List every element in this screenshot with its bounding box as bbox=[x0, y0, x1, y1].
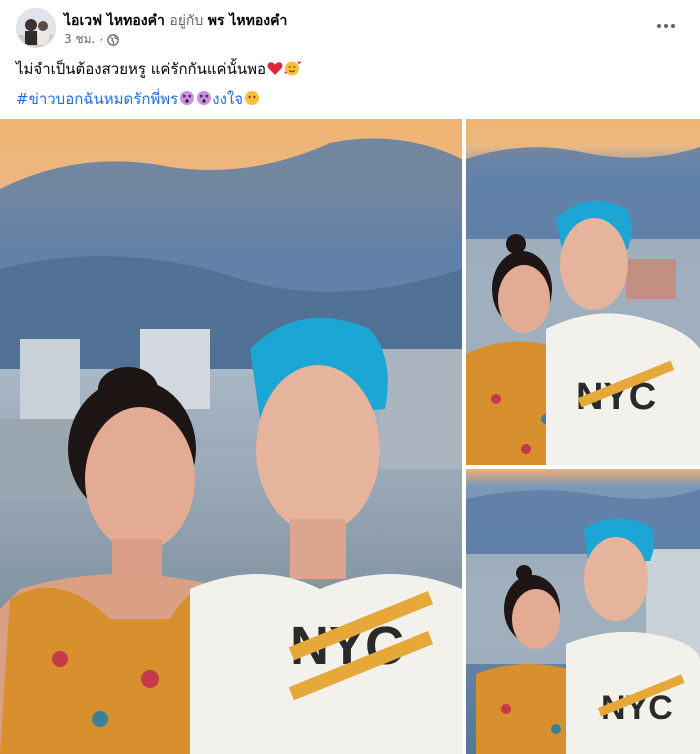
face-without-mouth-emoji bbox=[244, 90, 260, 112]
photo-bottom-right[interactable]: NYC bbox=[466, 469, 700, 754]
with-text: อยู่กับ bbox=[169, 13, 204, 29]
hashtag-line: #ข่าวบอกฉันหมดรักพี่พร งงใจ bbox=[16, 88, 260, 112]
more-options-icon bbox=[657, 24, 661, 28]
red-heart-emoji bbox=[267, 60, 283, 82]
hashtag-suffix[interactable]: งงใจ bbox=[212, 90, 243, 108]
hashtag-link[interactable]: #ข่าวบอกฉันหมดรักพี่พร bbox=[16, 90, 178, 108]
post-caption: ไม่จำเป็นต้องสวยหรู แค่รักกันแค่นั้นพอ bbox=[16, 60, 266, 78]
dizzy-face-emoji bbox=[179, 90, 195, 112]
post-header: ไอเวฟ ไหทองคำ อยู่กับ พร ไหทองคำ 3 ชม. · bbox=[0, 0, 700, 52]
photo-top-right[interactable]: NYC bbox=[466, 119, 700, 465]
more-options-button[interactable] bbox=[652, 14, 680, 38]
author-line: ไอเวฟ ไหทองคำ อยู่กับ พร ไหทองคำ bbox=[64, 10, 287, 32]
author-name[interactable]: ไอเวฟ ไหทองคำ bbox=[64, 13, 165, 29]
post-meta: 3 ชม. · bbox=[64, 30, 120, 49]
photo-grid: NYC NYC NYC bbox=[0, 119, 700, 754]
dizzy-face-emoji-2 bbox=[196, 90, 212, 112]
post-timestamp[interactable]: 3 ชม. bbox=[64, 30, 95, 49]
post-text: ไม่จำเป็นต้องสวยหรู แค่รักกันแค่นั้นพอ bbox=[16, 58, 301, 82]
tagged-person[interactable]: พร ไหทองคำ bbox=[208, 13, 288, 29]
avatar[interactable] bbox=[16, 8, 56, 48]
smiling-face-with-hearts-emoji bbox=[284, 60, 301, 82]
globe-icon[interactable] bbox=[107, 33, 120, 46]
photo-main[interactable]: NYC bbox=[0, 119, 462, 754]
